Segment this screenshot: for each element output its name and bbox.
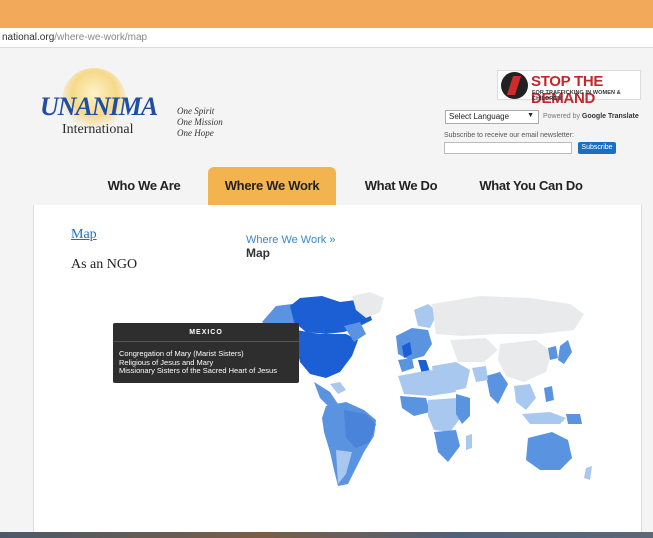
- language-select[interactable]: Select Language ▼: [445, 110, 539, 124]
- language-select-value: Select Language: [449, 112, 510, 121]
- nav-where-we-work[interactable]: Where We Work: [208, 167, 336, 205]
- main-nav: Who We Are Where We Work What We Do What…: [0, 167, 653, 205]
- taskbar[interactable]: [0, 532, 653, 538]
- subscribe-button[interactable]: Subscribe: [578, 142, 616, 154]
- tooltip-divider: [113, 341, 299, 342]
- powered-by-google: Powered by Google Translate: [543, 113, 639, 120]
- dropdown-arrow-icon: ▼: [527, 112, 534, 119]
- logo-sub-text: International: [62, 122, 134, 137]
- tagline-line: One Mission: [177, 117, 223, 127]
- unanima-logo[interactable]: UNANIMA International: [40, 66, 160, 137]
- subscribe-label: Subscribe to receive our email newslette…: [444, 132, 574, 139]
- breadcrumb[interactable]: Where We Work »: [246, 234, 335, 246]
- logo-main-text: UNANIMA: [40, 92, 158, 121]
- address-text[interactable]: national.org/where-we-work/map: [2, 32, 147, 43]
- map-tooltip: MEXICO Congregation of Mary (Marist Sist…: [113, 323, 299, 383]
- newsletter-email-input[interactable]: [444, 142, 572, 154]
- tagline-line: One Spirit: [177, 106, 215, 116]
- nav-who-we-are[interactable]: Who We Are: [100, 167, 188, 205]
- stop-hand-icon: [501, 72, 528, 99]
- powered-by-label: Powered by: [543, 113, 580, 120]
- address-host: national.org: [2, 32, 55, 43]
- nav-what-you-can-do[interactable]: What You Can Do: [476, 167, 586, 205]
- nav-what-we-do[interactable]: What We Do: [356, 167, 446, 205]
- page-title: Map: [246, 246, 270, 260]
- tagline: One Spirit One Mission One Hope: [177, 106, 223, 139]
- tooltip-list: Congregation of Mary (Marist Sisters) Re…: [119, 349, 277, 376]
- sidebar-ngo-link[interactable]: As an NGO: [71, 257, 137, 273]
- sidebar-map-link[interactable]: Map: [71, 227, 97, 243]
- tagline-line: One Hope: [177, 128, 214, 138]
- address-path: /where-we-work/map: [54, 32, 148, 43]
- stop-demand-subtitle: FOR TRAFFICKING IN WOMEN & CHILDREN: [532, 90, 621, 102]
- tooltip-item: Missionary Sisters of the Sacred Heart o…: [119, 366, 277, 375]
- tooltip-country: MEXICO: [189, 329, 223, 336]
- google-label: Google: [581, 113, 607, 120]
- translate-link[interactable]: Translate: [608, 113, 639, 120]
- stop-the-demand-banner[interactable]: STOP THE DEMAND FOR TRAFFICKING IN WOMEN…: [497, 70, 641, 107]
- browser-top-bar: [0, 0, 653, 28]
- address-bar[interactable]: national.org/where-we-work/map: [0, 28, 653, 48]
- site: UNANIMA International One Spirit One Mis…: [0, 48, 653, 532]
